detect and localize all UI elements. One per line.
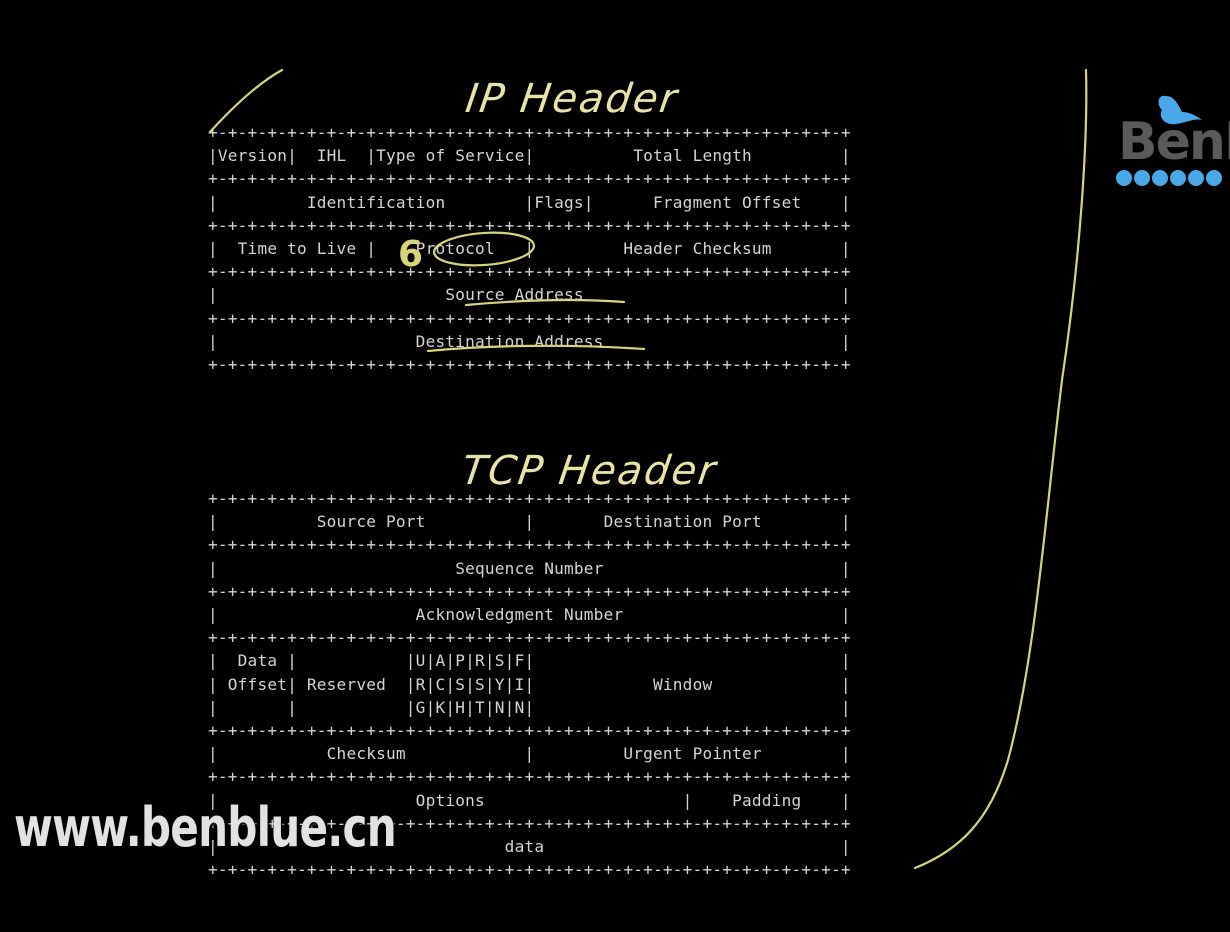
logo-dot bbox=[1134, 170, 1150, 186]
protocol-circle bbox=[433, 231, 535, 267]
protocol-value-annotation: 6 bbox=[398, 234, 423, 275]
logo-dot-row bbox=[1116, 170, 1222, 186]
right-bracket-stroke bbox=[913, 68, 1088, 870]
logo-dot bbox=[1152, 170, 1168, 186]
left-bracket-stroke bbox=[208, 68, 284, 134]
logo-dot bbox=[1170, 170, 1186, 186]
logo-dot bbox=[1188, 170, 1204, 186]
website-watermark: www.benblue.cn bbox=[14, 796, 397, 859]
destination-address-underline bbox=[426, 344, 646, 353]
source-address-underline bbox=[464, 299, 626, 307]
logo-dot bbox=[1206, 170, 1222, 186]
logo-wordmark: BenB bbox=[1118, 112, 1230, 172]
benblue-logo: BenB bbox=[1110, 90, 1230, 200]
logo-dot bbox=[1116, 170, 1132, 186]
pen-annotation-layer: 6 bbox=[208, 68, 1088, 870]
